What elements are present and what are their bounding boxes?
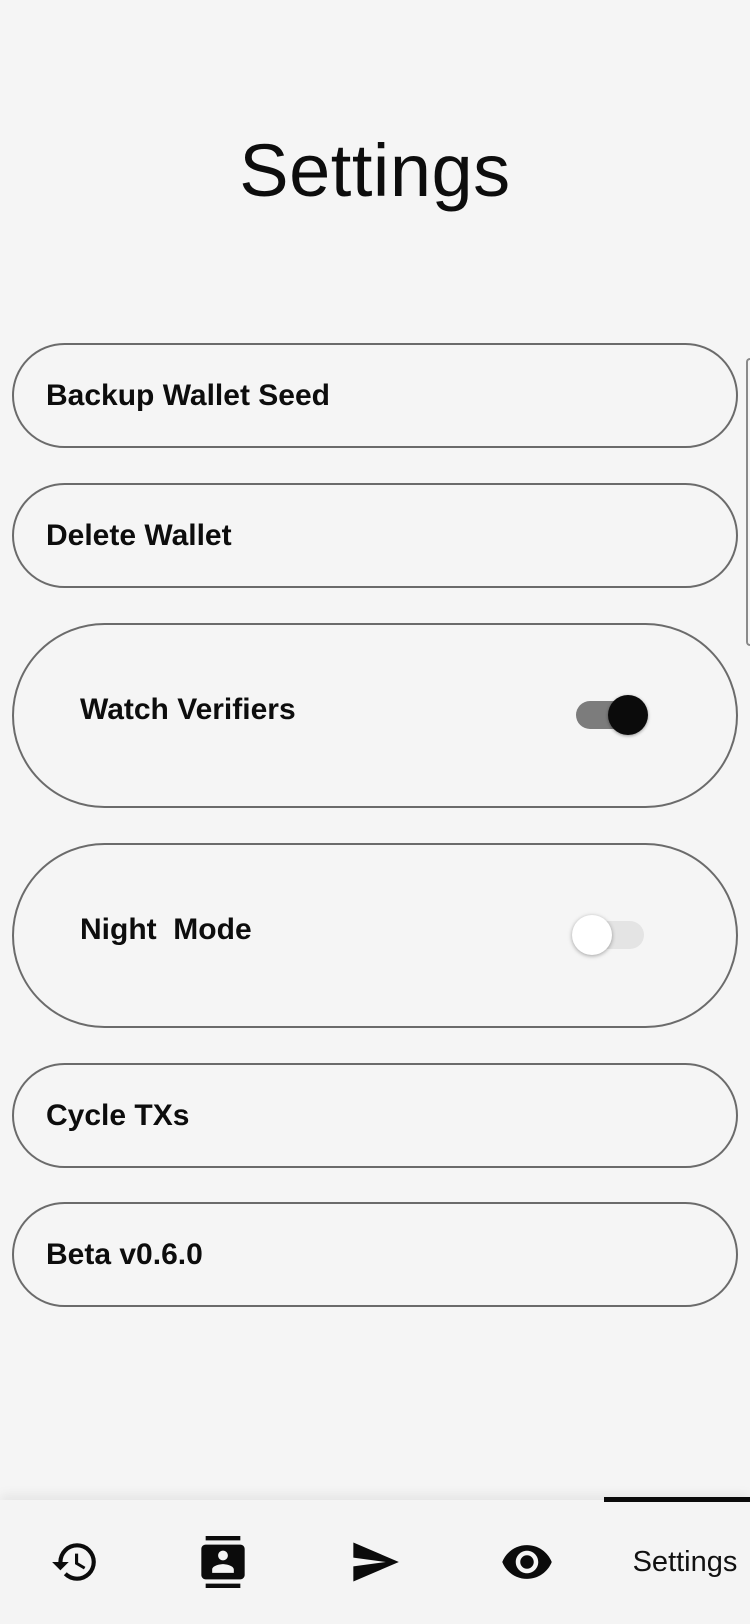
watch-verifiers-row: Watch Verifiers: [12, 623, 738, 808]
toggle-thumb: [572, 915, 612, 955]
delete-wallet-label: Delete Wallet: [46, 519, 232, 552]
nav-settings-tab[interactable]: Settings: [600, 1497, 750, 1624]
nav-watch-tab[interactable]: [452, 1500, 602, 1624]
night-mode-toggle[interactable]: [572, 915, 648, 955]
scroll-indicator[interactable]: [746, 358, 750, 646]
cycle-txs-label: Cycle TXs: [46, 1099, 190, 1132]
backup-wallet-seed-button[interactable]: Backup Wallet Seed: [12, 343, 738, 448]
send-icon: [349, 1536, 401, 1588]
cycle-txs-button[interactable]: Cycle TXs: [12, 1063, 738, 1168]
nav-settings-label: Settings: [632, 1545, 738, 1578]
bottom-navigation: Settings: [0, 1497, 750, 1624]
watch-verifiers-toggle[interactable]: [572, 695, 648, 735]
contacts-icon: [197, 1536, 249, 1588]
page-title: Settings: [239, 129, 511, 212]
delete-wallet-button[interactable]: Delete Wallet: [12, 483, 738, 588]
watch-verifiers-label: Watch Verifiers: [80, 693, 296, 726]
version-label: Beta v0.6.0: [46, 1238, 203, 1271]
nav-contacts-tab[interactable]: [148, 1500, 298, 1624]
nav-send-tab[interactable]: [300, 1500, 450, 1624]
toggle-thumb: [608, 695, 648, 735]
night-mode-row: Night Mode: [12, 843, 738, 1028]
nav-history-tab[interactable]: [0, 1500, 150, 1624]
history-icon: [50, 1537, 100, 1587]
backup-wallet-seed-label: Backup Wallet Seed: [46, 379, 330, 412]
night-mode-label: Night Mode: [80, 913, 252, 946]
eye-icon: [500, 1535, 554, 1589]
version-row[interactable]: Beta v0.6.0: [12, 1202, 738, 1307]
